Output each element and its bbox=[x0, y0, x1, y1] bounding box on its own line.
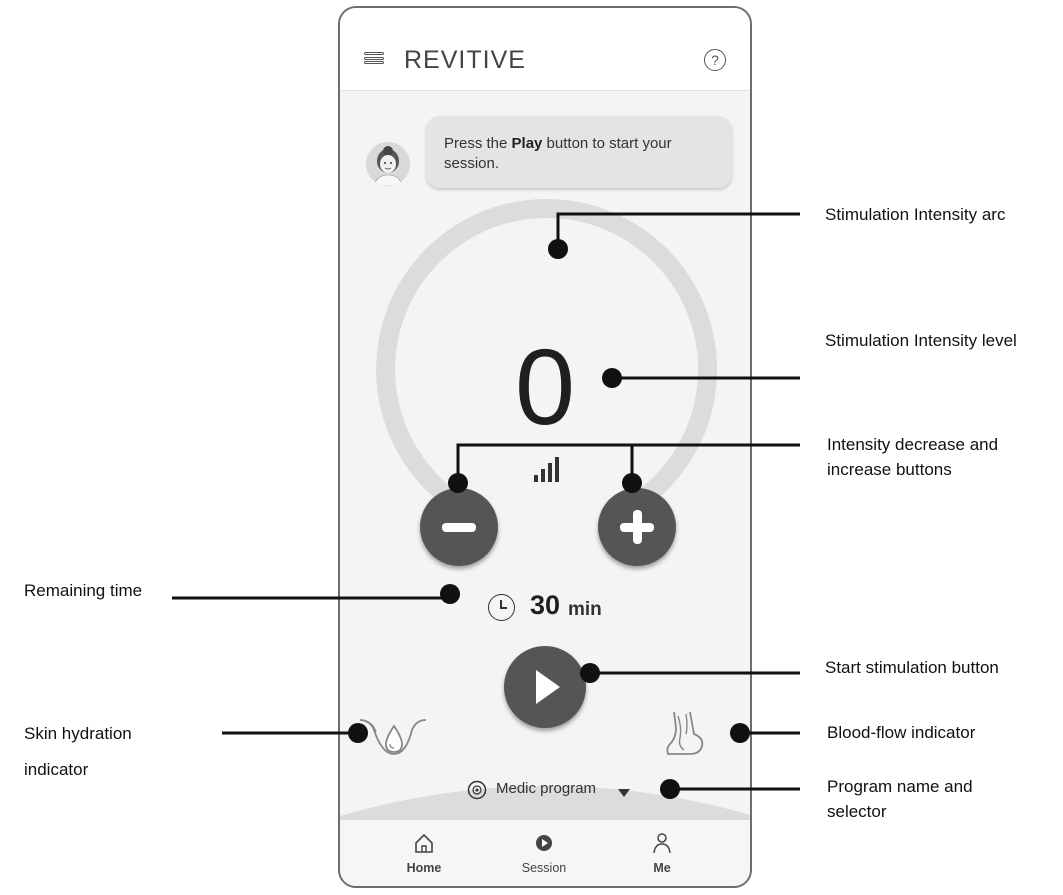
callout-remaining: Remaining time bbox=[24, 581, 143, 600]
callout-level: Stimulation Intensity level bbox=[825, 331, 1017, 350]
callout-bloodflow: Blood-flow indicator bbox=[827, 723, 976, 742]
callout-arc: Stimulation Intensity arc bbox=[825, 205, 1006, 224]
callout-start: Start stimulation button bbox=[825, 658, 999, 677]
callout-buttons: Intensity decrease and increase buttons bbox=[827, 435, 999, 479]
callout-hydration: Skin hydration indicator bbox=[24, 724, 132, 779]
callout-program: Program name and selector bbox=[827, 777, 973, 821]
